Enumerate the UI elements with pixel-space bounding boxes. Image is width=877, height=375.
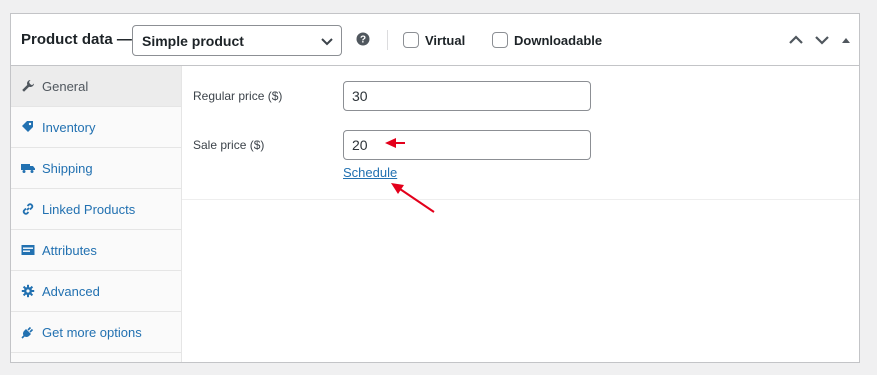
regular-price-label: Regular price ($) — [193, 89, 283, 103]
move-down-icon[interactable] — [814, 32, 830, 48]
tab-attributes-label: Attributes — [42, 243, 97, 258]
panel-title: Product data — — [21, 31, 132, 48]
tab-shipping[interactable]: Shipping — [11, 148, 181, 189]
truck-icon — [21, 164, 35, 173]
plugin-icon — [21, 326, 34, 339]
link-icon — [22, 203, 34, 215]
tab-attributes[interactable]: Attributes — [11, 230, 181, 271]
product-type-select[interactable]: Simple product — [132, 25, 342, 56]
tab-linked-products-label: Linked Products — [42, 202, 136, 217]
gear-icon — [21, 284, 35, 298]
sale-price-input[interactable] — [343, 130, 591, 160]
tab-get-more-options-label: Get more options — [42, 325, 142, 340]
header-divider — [387, 30, 388, 50]
product-data-header: Product data — Simple product ? Virtual … — [11, 14, 859, 66]
collapse-toggle-icon[interactable] — [840, 32, 852, 48]
tab-inventory[interactable]: Inventory — [11, 107, 181, 148]
wrench-icon — [22, 80, 34, 92]
sale-price-label: Sale price ($) — [193, 138, 265, 152]
general-options-pane: Regular price ($) Sale price ($) Schedul… — [182, 66, 859, 200]
product-data-panel: Product data — Simple product ? Virtual … — [10, 13, 860, 363]
help-icon[interactable]: ? — [356, 32, 370, 46]
move-up-icon[interactable] — [788, 32, 804, 48]
downloadable-label[interactable]: Downloadable — [514, 33, 602, 48]
product-data-tabs: General Inventory Shipping Linked Produc… — [11, 66, 182, 362]
product-type-value: Simple product — [142, 33, 244, 49]
list-icon — [21, 245, 35, 255]
virtual-label[interactable]: Virtual — [425, 33, 465, 48]
chevron-down-icon — [321, 38, 333, 46]
tab-inventory-label: Inventory — [42, 120, 96, 135]
tab-general-label: General — [42, 79, 89, 94]
tab-general[interactable]: General — [11, 66, 181, 107]
tab-get-more-options[interactable]: Get more options — [11, 312, 181, 353]
tab-linked-products[interactable]: Linked Products — [11, 189, 181, 230]
tab-shipping-label: Shipping — [42, 161, 93, 176]
tab-advanced-label: Advanced — [42, 284, 100, 299]
tab-advanced[interactable]: Advanced — [11, 271, 181, 312]
tag-icon — [22, 121, 33, 132]
schedule-link[interactable]: Schedule — [343, 165, 397, 180]
svg-text:?: ? — [360, 35, 366, 46]
virtual-checkbox[interactable] — [403, 32, 419, 48]
downloadable-checkbox[interactable] — [492, 32, 508, 48]
regular-price-input[interactable] — [343, 81, 591, 111]
